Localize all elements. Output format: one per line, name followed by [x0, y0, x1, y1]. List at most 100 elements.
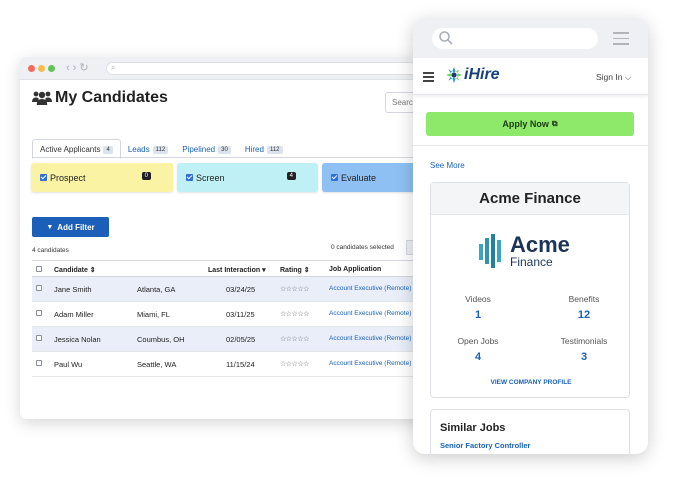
tab-label: Pipelined [182, 145, 216, 154]
similar-jobs-title: Similar Jobs [440, 422, 506, 434]
tab-hired[interactable]: Hired 112 [238, 139, 290, 159]
table-row[interactable]: Adam Miller Miami, FL 03/11/25 ☆☆☆☆☆ Acc… [32, 302, 440, 327]
stat-videos[interactable]: Videos 1 [433, 294, 523, 321]
table-row[interactable]: Jane Smith Atlanta, GA 03/24/25 ☆☆☆☆☆ Ac… [32, 277, 440, 302]
see-more-link[interactable]: See More [430, 161, 465, 170]
stage-prospect[interactable]: Prospect 0 [31, 163, 173, 192]
stage-checkbox[interactable] [40, 174, 47, 181]
candidate-name[interactable]: Adam Miller [54, 310, 94, 319]
candidates-table: Candidate ⇕ Last Interaction ▾ Rating ⇕ … [32, 260, 440, 377]
stage-checkbox[interactable] [331, 174, 338, 181]
bar-chart-logo-icon [479, 234, 501, 268]
candidate-location: Coumbus, OH [137, 335, 185, 344]
stat-benefits[interactable]: Benefits 12 [539, 294, 629, 321]
rating-stars[interactable]: ☆☆☆☆☆ [280, 335, 309, 343]
stat-label: Testimonials [560, 336, 608, 346]
tab-count-badge: 112 [266, 145, 283, 154]
job-application-link[interactable]: Account Executive (Remote) [329, 335, 411, 342]
stage-checkbox[interactable] [186, 174, 193, 181]
search-icon [439, 31, 453, 45]
brand-name: iHire [464, 66, 500, 83]
candidate-location: Seattle, WA [137, 360, 177, 369]
row-checkbox[interactable] [36, 310, 42, 316]
table-row[interactable]: Paul Wu Seattle, WA 11/15/24 ☆☆☆☆☆ Accou… [32, 352, 440, 377]
mobile-browser-bar [413, 18, 648, 58]
logo-wordmark: Acme [510, 232, 570, 257]
stage-count-badge: 0 [141, 172, 151, 180]
url-bar[interactable]: ⌕ [106, 62, 440, 75]
tab-pipelined[interactable]: Pipelined 30 [175, 139, 238, 159]
candidate-name[interactable]: Paul Wu [54, 360, 82, 369]
rating-stars[interactable]: ☆☆☆☆☆ [280, 360, 309, 368]
rating-stars[interactable]: ☆☆☆☆☆ [280, 310, 309, 318]
stage-label: Screen [196, 172, 225, 183]
stat-label: Videos [465, 294, 491, 304]
rating-stars[interactable]: ☆☆☆☆☆ [280, 285, 309, 293]
column-rating[interactable]: Rating ⇕ [280, 266, 310, 274]
job-application-link[interactable]: Account Executive (Remote) [329, 360, 411, 367]
select-all-checkbox[interactable] [36, 266, 42, 272]
view-company-profile-link[interactable]: VIEW COMPANY PROFILE [431, 379, 631, 386]
stat-label: Benefits [568, 294, 600, 304]
page-title: My Candidates [55, 89, 168, 106]
row-checkbox[interactable] [36, 360, 42, 366]
last-interaction-date: 03/24/25 [226, 285, 256, 294]
tab-count-badge: 112 [152, 145, 169, 154]
company-name: Acme Finance [431, 183, 629, 215]
site-header: iHire Sign In ⌵ [413, 58, 648, 95]
page-header: My Candidates [32, 89, 168, 107]
browser-nav-icons[interactable]: ‹›↻ [66, 61, 92, 74]
stat-value: 1 [474, 309, 482, 321]
logo-subword: Finance [510, 255, 553, 269]
ihire-logo-mark-icon [446, 67, 462, 83]
candidate-location: Miami, FL [137, 310, 170, 319]
ihire-logo[interactable]: iHire [445, 66, 500, 84]
close-window-dot[interactable] [28, 65, 35, 72]
candidate-count: 4 candidates [32, 247, 69, 254]
column-last-interaction[interactable]: Last Interaction ▾ [208, 266, 266, 274]
minimize-window-dot[interactable] [38, 65, 45, 72]
tab-active-applicants[interactable]: Active Applicants 4 [32, 139, 121, 159]
tab-leads[interactable]: Leads 112 [121, 139, 175, 159]
candidate-tabs: Active Applicants 4 Leads 112 Pipelined … [32, 139, 290, 159]
similar-job-link[interactable]: Senior Factory Controller [440, 441, 530, 450]
tab-count-badge: 4 [103, 145, 113, 154]
desktop-window: ‹›↻ ⌕ My Candidates Search Active Applic… [20, 57, 440, 419]
last-interaction-date: 11/15/24 [226, 360, 255, 369]
candidate-name[interactable]: Jessica Nolan [54, 335, 101, 344]
add-filter-button[interactable]: ▼ Add Filter [32, 217, 109, 237]
similar-jobs-card: Similar Jobs Senior Factory Controller [430, 409, 630, 454]
hamburger-menu-icon[interactable] [423, 72, 434, 84]
stage-screen[interactable]: Screen 4 [177, 163, 318, 192]
candidate-name[interactable]: Jane Smith [54, 285, 92, 294]
filter-icon: ▼ [46, 223, 54, 231]
maximize-window-dot[interactable] [48, 65, 55, 72]
stat-open-jobs[interactable]: Open Jobs 4 [433, 336, 523, 363]
browser-menu-icon[interactable] [613, 32, 629, 49]
mobile-search-input[interactable] [432, 28, 598, 49]
row-checkbox[interactable] [36, 285, 42, 291]
tab-divider [32, 157, 440, 158]
job-application-link[interactable]: Account Executive (Remote) [329, 285, 411, 292]
apply-section: Apply Now ⧉ [413, 96, 648, 146]
tab-label: Hired [244, 145, 264, 154]
column-job-application: Job Application [329, 266, 382, 273]
tab-count-badge: 30 [218, 145, 231, 154]
row-checkbox[interactable] [36, 335, 42, 341]
table-row[interactable]: Jessica Nolan Coumbus, OH 02/05/25 ☆☆☆☆☆… [32, 327, 440, 352]
table-header: Candidate ⇕ Last Interaction ▾ Rating ⇕ … [32, 260, 440, 277]
job-application-link[interactable]: Account Executive (Remote) [329, 310, 411, 317]
stat-testimonials[interactable]: Testimonials 3 [539, 336, 629, 363]
tab-label: Leads [127, 145, 150, 154]
company-card: Acme Finance Acme Finance Videos 1 Benef… [430, 182, 630, 398]
column-candidate[interactable]: Candidate ⇕ [54, 266, 96, 274]
stat-value: 4 [474, 351, 482, 363]
candidate-location: Atlanta, GA [137, 285, 176, 294]
apply-now-button[interactable]: Apply Now ⧉ [426, 112, 634, 136]
stat-value: 12 [577, 309, 591, 321]
sign-in-link[interactable]: Sign In ⌵ [596, 72, 631, 83]
apply-label: Apply Now [502, 119, 549, 129]
last-interaction-date: 02/05/25 [226, 335, 256, 344]
tab-label: Active Applicants [40, 145, 101, 154]
selected-count: 0 candidates selected [331, 244, 394, 251]
